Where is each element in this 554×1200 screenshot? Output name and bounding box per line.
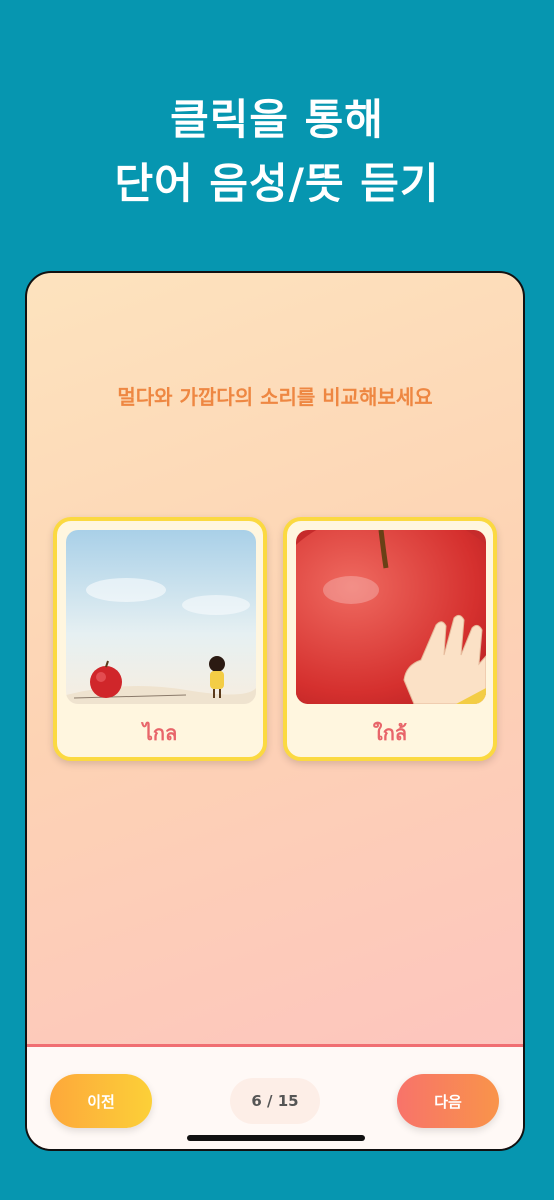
- prev-button[interactable]: 이전: [50, 1074, 152, 1128]
- phone-screen: 멀다와 가깝다의 소리를 비교해보세요 ไกล ใกล้ 이전 6 / 15 다…: [25, 271, 525, 1151]
- next-button[interactable]: 다음: [397, 1074, 499, 1128]
- promo-headline: 클릭을 통해 단어 음성/뜻 듣기: [0, 88, 554, 216]
- lesson-prompt: 멀다와 가깝다의 소리를 비교해보세요: [117, 385, 433, 409]
- bottom-navigation: 이전 6 / 15 다음: [27, 1044, 523, 1149]
- word-label-near: ใกล้: [372, 721, 408, 745]
- far-apple-illustration: [66, 530, 256, 704]
- word-card-near[interactable]: ใกล้: [283, 517, 497, 761]
- near-apple-illustration: [296, 530, 486, 704]
- home-indicator: [187, 1135, 365, 1141]
- word-card-far[interactable]: ไกล: [53, 517, 267, 761]
- page-counter: 6 / 15: [230, 1078, 320, 1124]
- word-label-far: ไกล: [142, 721, 178, 745]
- headline-line-2: 단어 음성/뜻 듣기: [114, 159, 440, 208]
- headline-line-1: 클릭을 통해: [170, 95, 384, 144]
